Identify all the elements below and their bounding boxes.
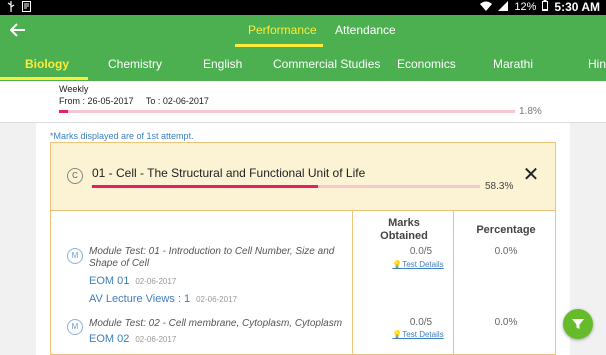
weekly-summary[interactable]: Weekly From : 26-05-2017 To : 02-06-2017… [0,81,606,123]
usb-icon [6,1,16,15]
subject-tab-marathi[interactable]: Marathi [493,57,533,71]
date-range: From : 26-05-2017 To : 02-06-2017 [59,96,209,106]
topic-percent: 58.3% [485,181,514,192]
lightbulb-icon: 💡 [392,260,403,269]
performance-panel: *Marks displayed are of 1st attempt. C 0… [36,123,570,355]
topic-progress-bar [92,185,480,188]
topic-progress-fill [92,185,319,188]
wifi-icon [480,1,493,14]
module-title: Module Test: 02 - Cell membrane, Cytopla… [89,318,343,329]
weekly-progress-fill [59,110,69,113]
subject-tab-chemistry[interactable]: Chemistry [108,57,162,71]
topic-title: 01 - Cell - The Structural and Functiona… [92,166,366,180]
subject-tab-indicator [0,77,88,80]
document-icon [22,1,31,15]
eom-link[interactable]: EOM 02 02-06-2017 [89,333,176,345]
test-details-label: Test Details [402,260,444,269]
av-date: 02-06-2017 [196,295,238,304]
av-label: AV Lecture Views : 1 [89,293,191,305]
av-lecture-views[interactable]: AV Lecture Views : 1 02-06-2017 [89,293,237,305]
module-title: Module Test: 01 - Introduction to Cell N… [89,246,335,269]
topic-header[interactable]: C 01 - Cell - The Structural and Functio… [51,143,555,211]
app-header: Performance Attendance Biology Chemistry… [0,15,606,81]
percentage-value: 0.0% [494,246,518,257]
eom-date: 02-06-2017 [135,277,177,286]
status-bar: 12% 5:30 AM [0,0,606,15]
test-details-label: Test Details [402,330,444,339]
module-badge: M [67,248,83,264]
marks-value: 0.0/5 [409,246,433,257]
eom-link[interactable]: EOM 01 02-06-2017 [89,275,176,287]
subject-tab-english[interactable]: English [203,57,242,71]
eom-date: 02-06-2017 [135,335,177,344]
weekly-title: Weekly [59,84,89,94]
chapter-badge: C [67,168,83,184]
topic-card: C 01 - Cell - The Structural and Functio… [50,142,556,355]
eom-label: EOM 02 [89,333,130,345]
filter-button[interactable] [563,309,593,339]
test-details-link[interactable]: 💡Test Details [378,330,458,339]
test-details-link[interactable]: 💡Test Details [378,260,458,269]
back-arrow-icon[interactable] [9,23,28,41]
percentage-header: Percentage [476,224,536,236]
filter-icon [571,317,585,336]
tab-attendance[interactable]: Attendance [335,23,396,37]
marks-obtained-header: Marks Obtained [380,217,428,242]
battery-percent: 12% [514,1,537,13]
subject-tab-biology[interactable]: Biology [25,57,69,71]
subject-tab-hindi[interactable]: Hin [588,57,606,71]
lightbulb-icon: 💡 [392,330,403,339]
column-divider [352,211,353,355]
module-badge: M [67,319,83,335]
subject-tabs: Biology Chemistry English Commercial Stu… [0,57,606,79]
weekly-percent: 1.8% [519,106,542,117]
tab-indicator [235,44,323,47]
subject-tab-commercial-studies[interactable]: Commercial Studies [273,57,380,71]
clock: 5:30 AM [554,0,600,14]
close-icon[interactable]: ✕ [521,165,541,185]
marks-value: 0.0/5 [409,317,433,328]
eom-label: EOM 01 [89,275,130,287]
percentage-value: 0.0% [494,317,518,328]
subject-tab-economics[interactable]: Economics [397,57,456,71]
to-date: To : 02-06-2017 [145,96,209,106]
tab-performance[interactable]: Performance [248,23,317,37]
battery-icon [542,0,549,14]
signal-icon [498,0,509,14]
weekly-progress-bar [59,110,515,113]
from-date: From : 26-05-2017 [59,96,134,106]
attempt-note: *Marks displayed are of 1st attempt. [50,131,194,141]
